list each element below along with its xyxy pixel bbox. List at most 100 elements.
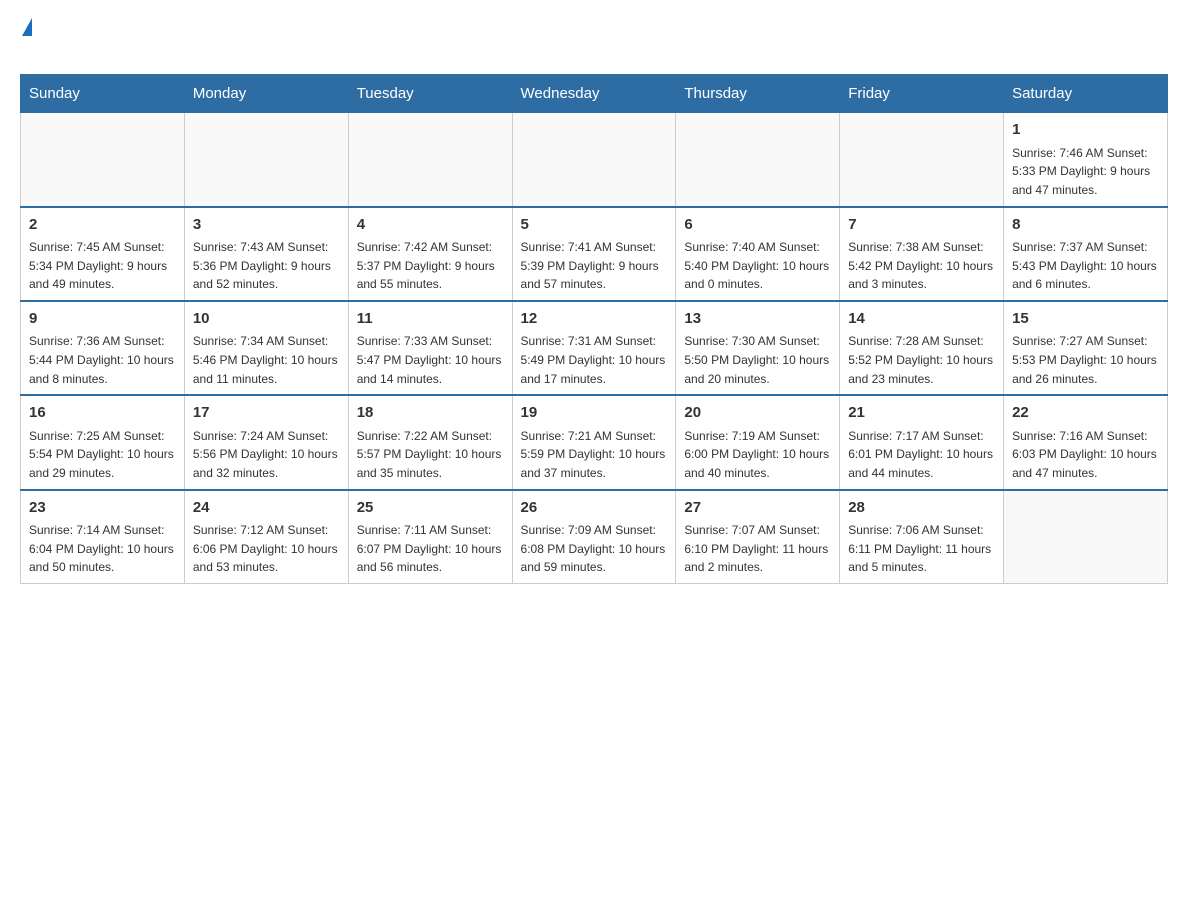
- calendar-table: SundayMondayTuesdayWednesdayThursdayFrid…: [20, 74, 1168, 583]
- day-number: 17: [193, 402, 340, 425]
- calendar-week-4: 16Sunrise: 7:25 AM Sunset: 5:54 PM Dayli…: [21, 395, 1168, 489]
- day-number: 11: [357, 308, 504, 331]
- day-number: 8: [1012, 214, 1159, 237]
- day-number: 22: [1012, 402, 1159, 425]
- calendar-week-3: 9Sunrise: 7:36 AM Sunset: 5:44 PM Daylig…: [21, 301, 1168, 395]
- day-info: Sunrise: 7:40 AM Sunset: 5:40 PM Dayligh…: [684, 238, 831, 294]
- day-number: 15: [1012, 308, 1159, 331]
- calendar-cell: [184, 113, 348, 207]
- day-number: 12: [521, 308, 668, 331]
- calendar-cell: 18Sunrise: 7:22 AM Sunset: 5:57 PM Dayli…: [348, 395, 512, 489]
- calendar-cell: 4Sunrise: 7:42 AM Sunset: 5:37 PM Daylig…: [348, 207, 512, 301]
- calendar-cell: 2Sunrise: 7:45 AM Sunset: 5:34 PM Daylig…: [21, 207, 185, 301]
- calendar-cell: 19Sunrise: 7:21 AM Sunset: 5:59 PM Dayli…: [512, 395, 676, 489]
- calendar-cell: 7Sunrise: 7:38 AM Sunset: 5:42 PM Daylig…: [840, 207, 1004, 301]
- calendar-cell: 12Sunrise: 7:31 AM Sunset: 5:49 PM Dayli…: [512, 301, 676, 395]
- calendar-cell: [840, 113, 1004, 207]
- day-number: 14: [848, 308, 995, 331]
- day-number: 13: [684, 308, 831, 331]
- weekday-header-sunday: Sunday: [21, 75, 185, 113]
- calendar-cell: 23Sunrise: 7:14 AM Sunset: 6:04 PM Dayli…: [21, 490, 185, 584]
- day-info: Sunrise: 7:27 AM Sunset: 5:53 PM Dayligh…: [1012, 332, 1159, 388]
- day-info: Sunrise: 7:28 AM Sunset: 5:52 PM Dayligh…: [848, 332, 995, 388]
- day-info: Sunrise: 7:42 AM Sunset: 5:37 PM Dayligh…: [357, 238, 504, 294]
- calendar-cell: 21Sunrise: 7:17 AM Sunset: 6:01 PM Dayli…: [840, 395, 1004, 489]
- calendar-header-row: SundayMondayTuesdayWednesdayThursdayFrid…: [21, 75, 1168, 113]
- day-number: 6: [684, 214, 831, 237]
- calendar-week-5: 23Sunrise: 7:14 AM Sunset: 6:04 PM Dayli…: [21, 490, 1168, 584]
- day-info: Sunrise: 7:09 AM Sunset: 6:08 PM Dayligh…: [521, 521, 668, 577]
- calendar-cell: 11Sunrise: 7:33 AM Sunset: 5:47 PM Dayli…: [348, 301, 512, 395]
- calendar-cell: [21, 113, 185, 207]
- weekday-header-saturday: Saturday: [1004, 75, 1168, 113]
- calendar-cell: 17Sunrise: 7:24 AM Sunset: 5:56 PM Dayli…: [184, 395, 348, 489]
- day-number: 28: [848, 497, 995, 520]
- logo-triangle-icon: [22, 18, 32, 36]
- day-number: 9: [29, 308, 176, 331]
- weekday-header-wednesday: Wednesday: [512, 75, 676, 113]
- weekday-header-tuesday: Tuesday: [348, 75, 512, 113]
- page-header: [20, 20, 1168, 64]
- calendar-cell: 25Sunrise: 7:11 AM Sunset: 6:07 PM Dayli…: [348, 490, 512, 584]
- calendar-cell: 16Sunrise: 7:25 AM Sunset: 5:54 PM Dayli…: [21, 395, 185, 489]
- calendar-cell: 24Sunrise: 7:12 AM Sunset: 6:06 PM Dayli…: [184, 490, 348, 584]
- calendar-cell: 3Sunrise: 7:43 AM Sunset: 5:36 PM Daylig…: [184, 207, 348, 301]
- calendar-cell: 27Sunrise: 7:07 AM Sunset: 6:10 PM Dayli…: [676, 490, 840, 584]
- weekday-header-friday: Friday: [840, 75, 1004, 113]
- day-number: 27: [684, 497, 831, 520]
- day-info: Sunrise: 7:17 AM Sunset: 6:01 PM Dayligh…: [848, 427, 995, 483]
- day-info: Sunrise: 7:45 AM Sunset: 5:34 PM Dayligh…: [29, 238, 176, 294]
- logo: [20, 20, 32, 64]
- calendar-cell: 26Sunrise: 7:09 AM Sunset: 6:08 PM Dayli…: [512, 490, 676, 584]
- day-info: Sunrise: 7:16 AM Sunset: 6:03 PM Dayligh…: [1012, 427, 1159, 483]
- calendar-cell: 10Sunrise: 7:34 AM Sunset: 5:46 PM Dayli…: [184, 301, 348, 395]
- calendar-cell: 9Sunrise: 7:36 AM Sunset: 5:44 PM Daylig…: [21, 301, 185, 395]
- day-info: Sunrise: 7:33 AM Sunset: 5:47 PM Dayligh…: [357, 332, 504, 388]
- calendar-week-2: 2Sunrise: 7:45 AM Sunset: 5:34 PM Daylig…: [21, 207, 1168, 301]
- day-info: Sunrise: 7:41 AM Sunset: 5:39 PM Dayligh…: [521, 238, 668, 294]
- day-info: Sunrise: 7:14 AM Sunset: 6:04 PM Dayligh…: [29, 521, 176, 577]
- day-info: Sunrise: 7:24 AM Sunset: 5:56 PM Dayligh…: [193, 427, 340, 483]
- day-number: 4: [357, 214, 504, 237]
- day-info: Sunrise: 7:31 AM Sunset: 5:49 PM Dayligh…: [521, 332, 668, 388]
- day-number: 2: [29, 214, 176, 237]
- day-number: 21: [848, 402, 995, 425]
- calendar-cell: [512, 113, 676, 207]
- calendar-cell: 15Sunrise: 7:27 AM Sunset: 5:53 PM Dayli…: [1004, 301, 1168, 395]
- calendar-cell: 20Sunrise: 7:19 AM Sunset: 6:00 PM Dayli…: [676, 395, 840, 489]
- day-info: Sunrise: 7:46 AM Sunset: 5:33 PM Dayligh…: [1012, 144, 1159, 200]
- day-number: 19: [521, 402, 668, 425]
- calendar-cell: [1004, 490, 1168, 584]
- day-number: 18: [357, 402, 504, 425]
- calendar-cell: 8Sunrise: 7:37 AM Sunset: 5:43 PM Daylig…: [1004, 207, 1168, 301]
- day-info: Sunrise: 7:36 AM Sunset: 5:44 PM Dayligh…: [29, 332, 176, 388]
- day-number: 23: [29, 497, 176, 520]
- day-number: 24: [193, 497, 340, 520]
- day-info: Sunrise: 7:07 AM Sunset: 6:10 PM Dayligh…: [684, 521, 831, 577]
- calendar-cell: 28Sunrise: 7:06 AM Sunset: 6:11 PM Dayli…: [840, 490, 1004, 584]
- day-info: Sunrise: 7:22 AM Sunset: 5:57 PM Dayligh…: [357, 427, 504, 483]
- calendar-cell: [676, 113, 840, 207]
- calendar-cell: 5Sunrise: 7:41 AM Sunset: 5:39 PM Daylig…: [512, 207, 676, 301]
- day-info: Sunrise: 7:11 AM Sunset: 6:07 PM Dayligh…: [357, 521, 504, 577]
- calendar-cell: 1Sunrise: 7:46 AM Sunset: 5:33 PM Daylig…: [1004, 113, 1168, 207]
- day-info: Sunrise: 7:12 AM Sunset: 6:06 PM Dayligh…: [193, 521, 340, 577]
- day-number: 20: [684, 402, 831, 425]
- day-info: Sunrise: 7:38 AM Sunset: 5:42 PM Dayligh…: [848, 238, 995, 294]
- day-info: Sunrise: 7:30 AM Sunset: 5:50 PM Dayligh…: [684, 332, 831, 388]
- calendar-cell: 14Sunrise: 7:28 AM Sunset: 5:52 PM Dayli…: [840, 301, 1004, 395]
- day-info: Sunrise: 7:21 AM Sunset: 5:59 PM Dayligh…: [521, 427, 668, 483]
- day-info: Sunrise: 7:43 AM Sunset: 5:36 PM Dayligh…: [193, 238, 340, 294]
- calendar-cell: 13Sunrise: 7:30 AM Sunset: 5:50 PM Dayli…: [676, 301, 840, 395]
- day-info: Sunrise: 7:19 AM Sunset: 6:00 PM Dayligh…: [684, 427, 831, 483]
- day-info: Sunrise: 7:06 AM Sunset: 6:11 PM Dayligh…: [848, 521, 995, 577]
- day-number: 3: [193, 214, 340, 237]
- day-number: 10: [193, 308, 340, 331]
- weekday-header-thursday: Thursday: [676, 75, 840, 113]
- weekday-header-monday: Monday: [184, 75, 348, 113]
- day-info: Sunrise: 7:34 AM Sunset: 5:46 PM Dayligh…: [193, 332, 340, 388]
- calendar-cell: 22Sunrise: 7:16 AM Sunset: 6:03 PM Dayli…: [1004, 395, 1168, 489]
- day-info: Sunrise: 7:25 AM Sunset: 5:54 PM Dayligh…: [29, 427, 176, 483]
- calendar-week-1: 1Sunrise: 7:46 AM Sunset: 5:33 PM Daylig…: [21, 113, 1168, 207]
- day-info: Sunrise: 7:37 AM Sunset: 5:43 PM Dayligh…: [1012, 238, 1159, 294]
